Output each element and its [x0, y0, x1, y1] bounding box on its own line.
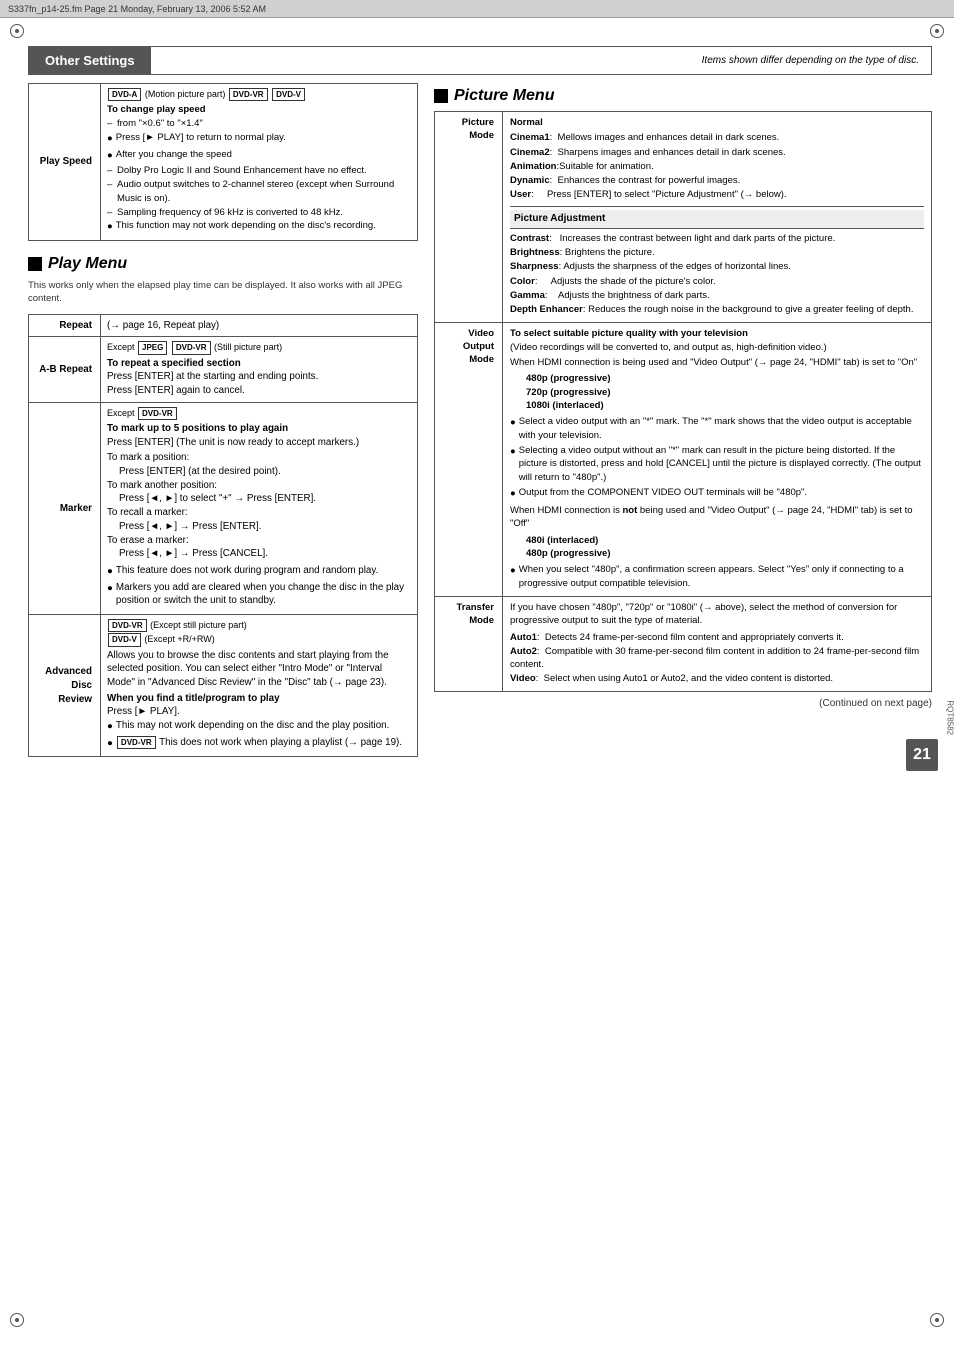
dvd-v-badge: DVD-V [272, 88, 305, 101]
advanced-disc-review-row: AdvancedDiscReview DVD-VR (Except still … [29, 615, 418, 757]
corner-mark-br [928, 1311, 946, 1329]
repeat-content: (→ page 16, Repeat play) [101, 314, 418, 337]
play-speed-label: Play Speed [29, 84, 101, 241]
page-header: Other Settings Items shown differ depend… [28, 46, 932, 75]
play-speed-table: Play Speed DVD-A (Motion picture part) D… [28, 83, 418, 241]
play-menu-icon [28, 257, 42, 271]
picture-menu-table: PictureMode Normal Cinema1: Mellows imag… [434, 111, 932, 692]
play-speed-badges: DVD-A (Motion picture part) DVD-VR DVD-V [107, 88, 411, 101]
header-title: Other Settings [29, 47, 151, 74]
play-menu-table: Repeat (→ page 16, Repeat play) A-B Repe… [28, 314, 418, 758]
play-speed-content: DVD-A (Motion picture part) DVD-VR DVD-V… [101, 84, 418, 241]
picture-mode-row: PictureMode Normal Cinema1: Mellows imag… [435, 112, 932, 323]
marker-content: Except DVD-VR To mark up to 5 positions … [101, 402, 418, 614]
play-menu-note: This works only when the elapsed play ti… [28, 279, 418, 306]
corner-mark-bl [8, 1311, 26, 1329]
page-number: 21 [906, 739, 938, 771]
picture-menu-section: Picture Menu PictureMode Normal Cinema1:… [434, 87, 932, 692]
ab-repeat-content: Except JPEG DVD-VR (Still picture part) … [101, 337, 418, 402]
play-menu-section: Play Menu This works only when the elaps… [28, 255, 418, 757]
transfer-mode-row: TransferMode If you have chosen "480p", … [435, 596, 932, 691]
picture-mode-label: PictureMode [435, 112, 503, 323]
repeat-row: Repeat (→ page 16, Repeat play) [29, 314, 418, 337]
marker-label: Marker [29, 402, 101, 614]
dvd-a-badge: DVD-A [108, 88, 141, 101]
dvd-vr-badge: DVD-VR [229, 88, 268, 101]
picture-menu-title: Picture Menu [454, 87, 554, 105]
left-column: Play Speed DVD-A (Motion picture part) D… [28, 83, 418, 757]
file-info-bar: S337fn_p14-25.fm Page 21 Monday, Februar… [0, 0, 954, 18]
marker-row: Marker Except DVD-VR To mark up to 5 pos… [29, 402, 418, 614]
advanced-disc-review-label: AdvancedDiscReview [29, 615, 101, 757]
video-output-content: To select suitable picture quality with … [503, 322, 932, 596]
advanced-disc-review-content: DVD-VR (Except still picture part) DVD-V… [101, 615, 418, 757]
header-subtitle: Items shown differ depending on the type… [151, 47, 931, 74]
model-number: RQT8582 [946, 701, 954, 736]
play-speed-row: Play Speed DVD-A (Motion picture part) D… [29, 84, 418, 241]
play-speed-details: To change play speed from "×0.6" to "×1.… [107, 103, 411, 234]
continued-text: (Continued on next page) [434, 698, 932, 709]
ab-repeat-label: A-B Repeat [29, 337, 101, 402]
ab-repeat-row: A-B Repeat Except JPEG DVD-VR (Still pic… [29, 337, 418, 402]
picture-menu-header: Picture Menu [434, 87, 932, 105]
picture-menu-icon [434, 89, 448, 103]
right-column: Picture Menu PictureMode Normal Cinema1:… [434, 83, 932, 757]
video-output-mode-row: VideoOutputMode To select suitable pictu… [435, 322, 932, 596]
transfer-mode-content: If you have chosen "480p", "720p" or "10… [503, 596, 932, 691]
transfer-mode-label: TransferMode [435, 596, 503, 691]
play-menu-header: Play Menu [28, 255, 418, 273]
picture-adjustment-header: Picture Adjustment [510, 210, 924, 229]
picture-mode-content: Normal Cinema1: Mellows images and enhan… [503, 112, 932, 323]
repeat-label: Repeat [29, 314, 101, 337]
video-output-label: VideoOutputMode [435, 322, 503, 596]
play-menu-title: Play Menu [48, 255, 127, 273]
file-info-text: S337fn_p14-25.fm Page 21 Monday, Februar… [8, 4, 266, 14]
